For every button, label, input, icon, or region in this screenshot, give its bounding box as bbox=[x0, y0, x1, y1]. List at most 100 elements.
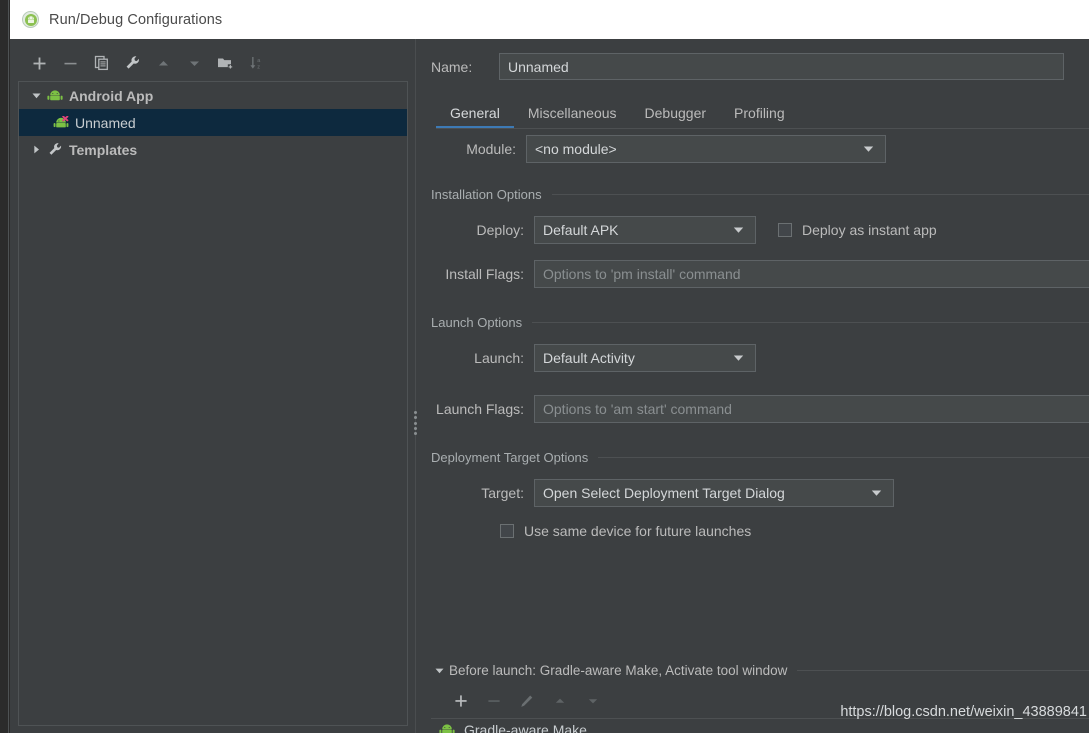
deploy-instant-app-label: Deploy as instant app bbox=[802, 222, 937, 238]
deployment-target-options-title: Deployment Target Options bbox=[431, 450, 588, 465]
launch-flags-placeholder: Options to 'am start' command bbox=[543, 401, 732, 417]
tabs-separator bbox=[436, 128, 1089, 129]
installation-options-title: Installation Options bbox=[431, 187, 542, 202]
launch-options-section: Launch Options bbox=[431, 315, 1089, 330]
editor-tabs: General Miscellaneous Debugger Profiling bbox=[436, 97, 799, 129]
wrench-icon bbox=[45, 142, 65, 157]
android-icon bbox=[439, 724, 459, 733]
tree-node-templates[interactable]: Templates bbox=[19, 136, 407, 163]
panel-splitter[interactable] bbox=[410, 39, 422, 733]
section-divider bbox=[797, 670, 1089, 671]
remove-configuration-button[interactable] bbox=[55, 50, 86, 76]
install-flags-placeholder: Options to 'pm install' command bbox=[543, 266, 741, 282]
dialog-title-bar: Run/Debug Configurations bbox=[10, 0, 1089, 39]
before-launch-add-button[interactable] bbox=[444, 689, 477, 713]
chevron-down-icon[interactable] bbox=[27, 90, 45, 101]
svg-text:a: a bbox=[257, 58, 261, 64]
installation-options-section: Installation Options bbox=[431, 187, 1089, 202]
module-row: Module: <no module> bbox=[431, 135, 886, 163]
install-flags-row: Install Flags: Options to 'pm install' c… bbox=[431, 260, 1089, 288]
launch-label: Launch: bbox=[431, 350, 524, 366]
module-label: Module: bbox=[431, 141, 516, 157]
general-tab-form: Module: <no module> Installation Options… bbox=[422, 135, 1089, 605]
same-device-row: Use same device for future launches bbox=[500, 523, 751, 539]
configurations-tree[interactable]: Android App Unnamed bbox=[18, 81, 408, 726]
launch-flags-row: Launch Flags: Options to 'am start' comm… bbox=[431, 395, 1089, 423]
module-select-value: <no module> bbox=[535, 141, 859, 157]
run-debug-configurations-dialog: a z bbox=[10, 39, 1089, 733]
module-select[interactable]: <no module> bbox=[526, 135, 886, 163]
launch-select[interactable]: Default Activity bbox=[534, 344, 756, 372]
create-folder-button[interactable] bbox=[210, 50, 241, 76]
launch-select-value: Default Activity bbox=[543, 350, 729, 366]
launch-flags-label: Launch Flags: bbox=[431, 401, 524, 417]
section-divider bbox=[532, 322, 1089, 323]
same-device-label: Use same device for future launches bbox=[524, 523, 751, 539]
tab-general[interactable]: General bbox=[436, 105, 514, 129]
tree-node-label: Unnamed bbox=[75, 115, 136, 131]
name-row: Name: bbox=[431, 53, 1064, 80]
install-flags-input[interactable]: Options to 'pm install' command bbox=[534, 260, 1089, 288]
move-up-button[interactable] bbox=[148, 50, 179, 76]
deployment-target-options-section: Deployment Target Options bbox=[431, 450, 1089, 465]
deploy-select[interactable]: Default APK bbox=[534, 216, 756, 244]
dialog-title: Run/Debug Configurations bbox=[49, 12, 222, 28]
same-device-checkbox[interactable] bbox=[500, 524, 514, 538]
splitter-line bbox=[415, 39, 416, 733]
before-launch-remove-button[interactable] bbox=[477, 689, 510, 713]
before-launch-section: Before launch: Gradle-aware Make, Activa… bbox=[422, 663, 1089, 733]
chevron-down-icon bbox=[729, 354, 747, 362]
target-label: Target: bbox=[431, 485, 524, 501]
tree-node-label: Android App bbox=[69, 88, 153, 104]
tab-debugger[interactable]: Debugger bbox=[631, 105, 721, 129]
chevron-right-icon[interactable] bbox=[27, 144, 45, 155]
splitter-grip[interactable] bbox=[412, 409, 419, 437]
before-launch-task-list[interactable]: Gradle-aware Make bbox=[431, 718, 1089, 733]
move-down-button[interactable] bbox=[179, 50, 210, 76]
target-row: Target: Open Select Deployment Target Di… bbox=[431, 479, 894, 507]
chevron-down-icon bbox=[859, 145, 877, 153]
chevron-down-icon[interactable] bbox=[431, 665, 447, 676]
sort-configurations-button[interactable]: a z bbox=[241, 50, 272, 76]
deploy-instant-app-checkbox[interactable] bbox=[778, 223, 792, 237]
launch-row: Launch: Default Activity bbox=[431, 344, 756, 372]
android-circle-icon bbox=[22, 11, 39, 28]
before-launch-header[interactable]: Before launch: Gradle-aware Make, Activa… bbox=[431, 663, 1089, 678]
configurations-toolbar: a z bbox=[24, 50, 272, 76]
watermark-text: https://blog.csdn.net/weixin_43889841 bbox=[840, 704, 1087, 720]
wrench-icon[interactable] bbox=[117, 50, 148, 76]
deploy-label: Deploy: bbox=[431, 222, 524, 238]
tree-node-android-app[interactable]: Android App bbox=[19, 82, 407, 109]
launch-options-title: Launch Options bbox=[431, 315, 522, 330]
tab-miscellaneous[interactable]: Miscellaneous bbox=[514, 105, 631, 129]
list-item[interactable]: Gradle-aware Make bbox=[431, 719, 1089, 733]
chevron-down-icon bbox=[867, 489, 885, 497]
chevron-down-icon bbox=[729, 226, 747, 234]
dialog-left-edge bbox=[8, 0, 9, 733]
launch-flags-input[interactable]: Options to 'am start' command bbox=[534, 395, 1089, 423]
tree-node-label: Templates bbox=[69, 142, 137, 158]
name-label: Name: bbox=[431, 59, 499, 75]
install-flags-label: Install Flags: bbox=[431, 266, 524, 282]
before-launch-move-up-button[interactable] bbox=[543, 689, 576, 713]
copy-configuration-button[interactable] bbox=[86, 50, 117, 76]
deploy-select-value: Default APK bbox=[543, 222, 729, 238]
deploy-row: Deploy: Default APK Deploy as instant ap… bbox=[431, 216, 937, 244]
android-icon bbox=[45, 90, 65, 102]
add-configuration-button[interactable] bbox=[24, 50, 55, 76]
list-item-label: Gradle-aware Make bbox=[464, 722, 587, 733]
tab-profiling[interactable]: Profiling bbox=[720, 105, 799, 129]
before-launch-move-down-button[interactable] bbox=[576, 689, 609, 713]
pencil-icon[interactable] bbox=[510, 689, 543, 713]
tree-node-unnamed[interactable]: Unnamed bbox=[19, 109, 407, 136]
before-launch-toolbar bbox=[444, 689, 609, 713]
android-error-icon bbox=[51, 116, 71, 130]
section-divider bbox=[598, 457, 1089, 458]
background-window-strip bbox=[0, 0, 10, 733]
target-select-value: Open Select Deployment Target Dialog bbox=[543, 485, 867, 501]
name-input[interactable] bbox=[499, 53, 1064, 80]
svg-text:z: z bbox=[257, 65, 260, 71]
section-divider bbox=[552, 194, 1089, 195]
target-select[interactable]: Open Select Deployment Target Dialog bbox=[534, 479, 894, 507]
configurations-panel: a z bbox=[10, 39, 410, 733]
